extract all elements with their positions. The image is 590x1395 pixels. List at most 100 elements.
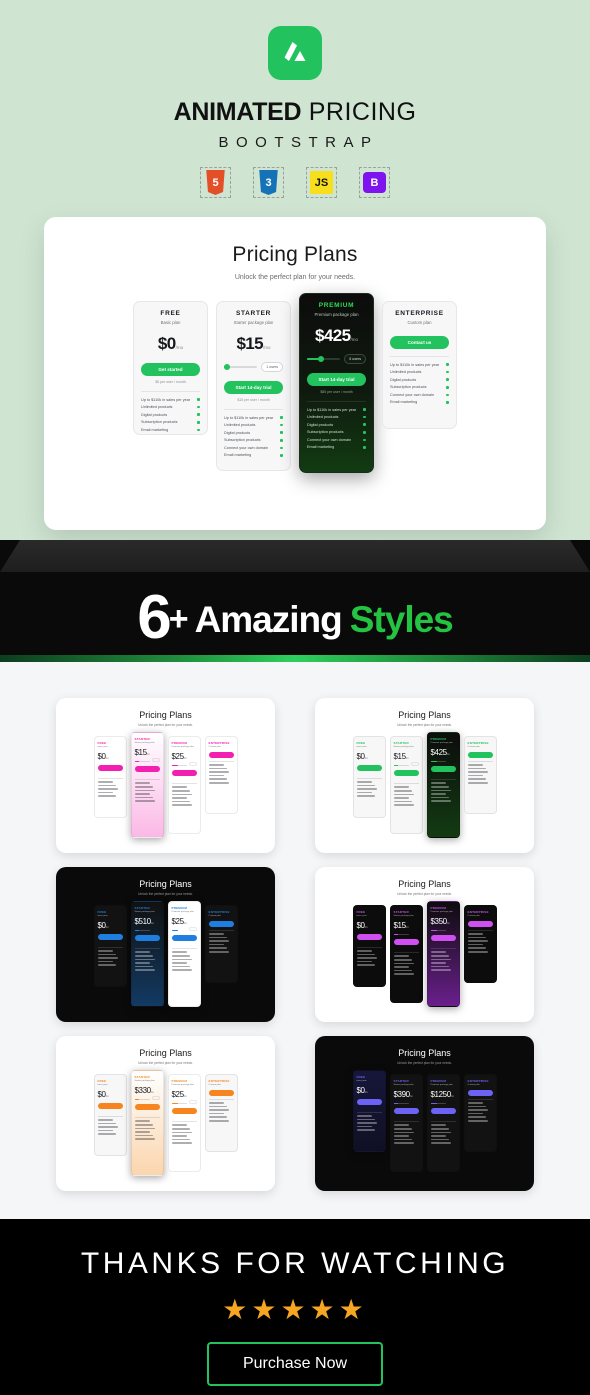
variant-plan-desc: Premium package plan	[430, 742, 453, 744]
variant-cta-button[interactable]	[467, 752, 493, 758]
variant-slider-row[interactable]	[171, 926, 197, 932]
variant-thumbnail-3[interactable]: Pricing Plans Unlock the perfect plan for…	[56, 867, 275, 1022]
variant-users-slider[interactable]	[430, 930, 446, 932]
variant-plan-card[interactable]: PREMIUM Premium package plan $350/mo	[426, 901, 460, 1007]
variant-plan-card[interactable]: ENTERPRISE Custom plan	[204, 736, 238, 814]
variant-plan-desc: Premium package plan	[171, 746, 194, 748]
variant-thumbnail-1[interactable]: Pricing Plans Unlock the perfect plan for…	[56, 698, 275, 853]
variant-plan-card[interactable]: ENTERPRISE Custom plan	[204, 905, 238, 983]
variant-cta-button[interactable]	[97, 934, 123, 940]
variant-plan-card[interactable]: PREMIUM Premium package plan $1250/mo	[426, 1074, 460, 1172]
variant-thumbnail-2[interactable]: Pricing Plans Unlock the perfect plan for…	[315, 698, 534, 853]
variant-users-slider[interactable]	[393, 934, 409, 936]
slider-knob[interactable]	[318, 355, 325, 362]
variant-slider-row[interactable]	[393, 761, 419, 767]
variant-cta-button[interactable]	[134, 1104, 160, 1111]
plan-card-premium[interactable]: PREMIUM Premium package plan $425/mo 5 u…	[299, 293, 374, 473]
users-slider-row[interactable]: 1 users	[224, 361, 283, 372]
variant-cta-button[interactable]	[171, 1108, 197, 1115]
variant-users-slider[interactable]	[171, 930, 187, 932]
variant-cta-button[interactable]	[134, 935, 160, 942]
variant-plan-card[interactable]: PREMIUM Premium package plan $25/mo	[167, 901, 201, 1007]
variant-slider-row[interactable]	[171, 1099, 197, 1105]
variant-feature-item	[356, 784, 375, 787]
variant-plan-card[interactable]: STARTER Starter package plan $390/mo	[389, 1074, 423, 1172]
variant-users-slider[interactable]	[393, 1103, 409, 1105]
contact-us-button[interactable]: Contact us	[390, 335, 449, 349]
variant-slider-row[interactable]	[430, 757, 456, 763]
variant-plan-card[interactable]: PREMIUM Premium package plan $425/mo	[426, 732, 460, 838]
variant-thumbnail-6[interactable]: Pricing Plans Unlock the perfect plan for…	[315, 1036, 534, 1191]
variant-plan-card[interactable]: STARTER Starter package plan $330/mo	[130, 1070, 164, 1176]
variant-slider-row[interactable]	[134, 926, 160, 932]
variant-feature-item	[430, 1131, 451, 1134]
variant-users-slider[interactable]	[430, 761, 446, 763]
variant-cta-button[interactable]	[208, 1090, 234, 1096]
variant-cta-button[interactable]	[134, 766, 160, 773]
variant-plan-card[interactable]: FREE Basic plan $0/mo	[352, 736, 386, 818]
purchase-now-button[interactable]: Purchase Now	[206, 1342, 384, 1386]
plan-card-free[interactable]: FREE Basic plan $0/mo Get started $0 per…	[133, 301, 208, 435]
slider-knob[interactable]	[224, 363, 230, 370]
variant-cta-button[interactable]	[393, 1108, 419, 1115]
get-started-button[interactable]: Get started	[141, 362, 200, 376]
variant-plan-card[interactable]: PREMIUM Premium package plan $25/mo	[167, 736, 201, 834]
plan-card-enterprise[interactable]: ENTERPRISE Custom plan Contact us Up to …	[382, 301, 457, 429]
variant-users-slider[interactable]	[171, 765, 187, 767]
variant-users-slider[interactable]	[134, 761, 150, 763]
variant-cta-button[interactable]	[356, 934, 382, 940]
variant-plan-card[interactable]: ENTERPRISE Custom plan	[463, 1074, 497, 1152]
start-trial-button[interactable]: Start 14-day trial	[307, 372, 366, 386]
variant-slider-row[interactable]	[430, 1099, 456, 1105]
variant-plan-card[interactable]: FREE Basic plan $0/mo	[352, 1070, 386, 1152]
variant-slider-row[interactable]	[393, 1099, 419, 1105]
variant-cta-button[interactable]	[393, 939, 419, 946]
variant-plan-card[interactable]: STARTER Starter package plan $510/mo	[130, 901, 164, 1007]
variant-plan-card[interactable]: FREE Basic plan $0/mo	[93, 1074, 127, 1156]
variant-plan-card[interactable]: STARTER Starter package plan $15/mo	[130, 732, 164, 838]
variant-plan-card[interactable]: ENTERPRISE Custom plan	[463, 736, 497, 814]
variant-cta-button[interactable]	[356, 765, 382, 771]
variant-cta-button[interactable]	[430, 766, 456, 773]
variant-plan-card[interactable]: FREE Basic plan $0/mo	[93, 736, 127, 818]
variant-plan-card[interactable]: STARTER Starter package plan $15/mo	[389, 905, 423, 1003]
variant-cta-button[interactable]	[171, 770, 197, 777]
variant-thumbnail-4[interactable]: Pricing Plans Unlock the perfect plan for…	[315, 867, 534, 1022]
users-slider[interactable]	[307, 355, 341, 362]
variant-users-slider[interactable]	[171, 1103, 187, 1105]
variant-cta-button[interactable]	[97, 1103, 123, 1109]
variant-cta-button[interactable]	[467, 1090, 493, 1096]
variant-users-slider[interactable]	[430, 1103, 446, 1105]
variant-plan-card[interactable]: ENTERPRISE Custom plan	[463, 905, 497, 983]
variant-plan-card[interactable]: FREE Basic plan $0/mo	[93, 905, 127, 987]
variant-slider-row[interactable]	[393, 930, 419, 936]
variant-plan-name: ENTERPRISE	[208, 910, 230, 914]
variant-slider-row[interactable]	[134, 1095, 160, 1101]
variant-cta-button[interactable]	[430, 1108, 456, 1115]
variant-plan-card[interactable]: PREMIUM Premium package plan $25/mo	[167, 1074, 201, 1172]
variant-cta-button[interactable]	[171, 935, 197, 942]
variant-slider-row[interactable]	[171, 761, 197, 767]
variant-slider-row[interactable]	[430, 926, 456, 932]
variant-plan-card[interactable]: FREE Basic plan $0/mo	[352, 905, 386, 987]
variant-cta-button[interactable]	[430, 935, 456, 942]
variant-cta-button[interactable]	[97, 765, 123, 771]
variant-plan-card[interactable]: ENTERPRISE Custom plan	[204, 1074, 238, 1152]
variant-cta-button[interactable]	[208, 752, 234, 758]
variant-plan-name: ENTERPRISE	[467, 741, 489, 745]
variant-plan-card[interactable]: STARTER Starter package plan $15/mo	[389, 736, 423, 834]
variant-cta-button[interactable]	[393, 770, 419, 777]
start-trial-button[interactable]: Start 14-day trial	[224, 380, 283, 394]
variant-cta-button[interactable]	[467, 921, 493, 927]
variant-thumbnail-5[interactable]: Pricing Plans Unlock the perfect plan for…	[56, 1036, 275, 1191]
variant-cta-button[interactable]	[208, 921, 234, 927]
variant-cta-button[interactable]	[356, 1099, 382, 1105]
users-slider[interactable]	[224, 363, 258, 370]
variant-slider-row[interactable]	[134, 757, 160, 763]
plan-card-starter[interactable]: STARTER Starter package plan $15/mo 1 us…	[216, 301, 291, 471]
variant-users-slider[interactable]	[134, 930, 150, 932]
hero-section: ANIMATED PRICING BOOTSTRAP 5 3 JS B Pric…	[0, 0, 590, 540]
variant-users-slider[interactable]	[393, 765, 409, 767]
variant-users-slider[interactable]	[134, 1099, 150, 1101]
users-slider-row[interactable]: 5 users	[307, 353, 366, 364]
